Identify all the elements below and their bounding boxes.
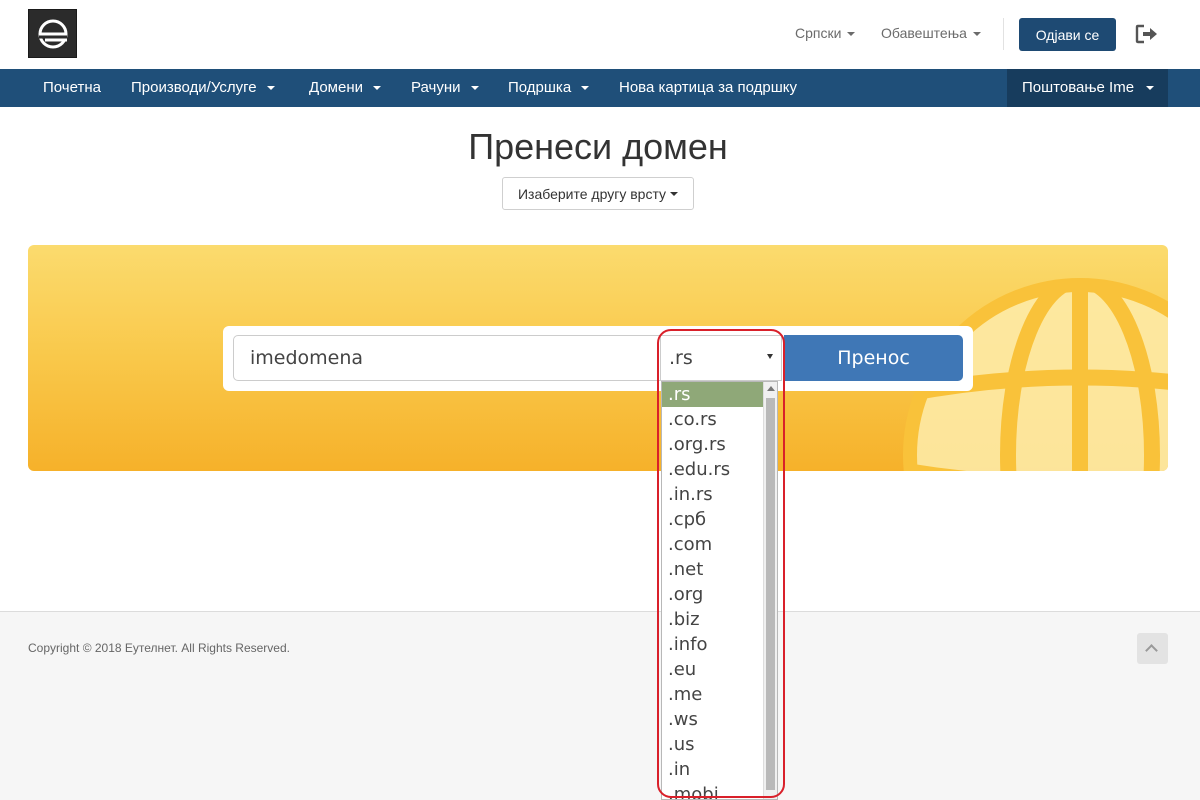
nav-item-billing[interactable]: Рачуни [411, 69, 479, 107]
nav-item-home[interactable]: Почетна [43, 69, 101, 107]
transfer-button[interactable]: Пренос [784, 335, 963, 381]
back-to-top-button[interactable] [1137, 633, 1168, 664]
nav-item-products-services[interactable]: Производи/Услуге [131, 69, 275, 107]
nav-label: Рачуни [411, 79, 461, 96]
nav-item-domains[interactable]: Домени [309, 69, 381, 107]
scrollbar-thumb[interactable] [766, 398, 775, 790]
eutelnet-logo-icon [38, 19, 68, 49]
tld-option[interactable]: .mobi [662, 782, 764, 799]
tld-option[interactable]: .co.rs [662, 407, 764, 432]
tld-option[interactable]: .ws [662, 707, 764, 732]
caret-down-icon [847, 32, 856, 37]
tld-option[interactable]: .com [662, 532, 764, 557]
dropdown-scrollbar[interactable] [763, 382, 777, 799]
tld-option[interactable]: .me [662, 682, 764, 707]
nav-label: Производи/Услуге [131, 79, 257, 96]
tld-option[interactable]: .biz [662, 607, 764, 632]
language-dropdown[interactable]: Српски [795, 25, 856, 41]
notifications-label: Обавештења [881, 25, 967, 41]
tld-option[interactable]: .org.rs [662, 432, 764, 457]
chevron-up-icon [1145, 644, 1158, 657]
nav-item-new-ticket[interactable]: Нова картица за подршку [619, 69, 797, 107]
tld-options-list[interactable]: .rs .co.rs .org.rs .edu.rs .in.rs .срб .… [661, 381, 778, 800]
sign-out-icon[interactable] [1135, 24, 1159, 44]
tld-option[interactable]: .edu.rs [662, 457, 764, 482]
notifications-dropdown[interactable]: Обавештења [881, 25, 981, 41]
tld-option[interactable]: .org [662, 582, 764, 607]
tld-option[interactable]: .info [662, 632, 764, 657]
choose-type-label: Изаберите другу врсту [517, 185, 667, 202]
nav-label: Подршка [508, 79, 572, 96]
caret-down-icon [1146, 86, 1155, 91]
tld-option[interactable]: .net [662, 557, 764, 582]
scroll-up-arrow-icon[interactable] [767, 386, 775, 391]
caret-down-icon [670, 191, 679, 196]
caret-down-icon [972, 32, 981, 37]
dropdown-arrow-icon [767, 354, 773, 359]
nav-label: Почетна [43, 79, 101, 96]
tld-option[interactable]: .in.rs [662, 482, 764, 507]
tld-select[interactable]: .rs [661, 335, 782, 381]
caret-down-icon [581, 86, 590, 91]
main-navbar: Почетна Производи/Услуге Домени Рачуни П… [0, 69, 1200, 107]
domain-name-input[interactable] [233, 335, 661, 381]
header-divider [1003, 18, 1004, 50]
tld-option[interactable]: .rs [662, 382, 764, 407]
nav-label: Домени [309, 79, 363, 96]
site-logo[interactable] [28, 9, 77, 58]
tld-option[interactable]: .us [662, 732, 764, 757]
site-footer: Copyright © 2018 Еутелнет. All Rights Re… [0, 611, 1200, 800]
site-header: Српски Обавештења Одјави се [0, 0, 1200, 69]
nav-item-support[interactable]: Подршка [508, 69, 590, 107]
choose-type-button[interactable]: Изаберите другу врсту [502, 177, 694, 210]
tld-option[interactable]: .срб [662, 507, 764, 532]
caret-down-icon [266, 86, 275, 91]
language-label: Српски [795, 25, 842, 41]
copyright-text: Copyright © 2018 Еутелнет. All Rights Re… [28, 641, 290, 655]
logout-button[interactable]: Одјави се [1019, 18, 1116, 51]
tld-option[interactable]: .eu [662, 657, 764, 682]
caret-down-icon [373, 86, 381, 91]
tld-option[interactable]: .in [662, 757, 764, 782]
nav-label: Нова картица за подршку [619, 79, 797, 96]
tld-selected-value: .rs [669, 347, 693, 369]
user-menu-dropdown[interactable]: Поштовање Ime [1007, 69, 1168, 107]
page-title: Пренеси домен [468, 126, 728, 167]
user-greeting: Поштовање Ime [1022, 79, 1135, 96]
caret-down-icon [470, 86, 479, 91]
